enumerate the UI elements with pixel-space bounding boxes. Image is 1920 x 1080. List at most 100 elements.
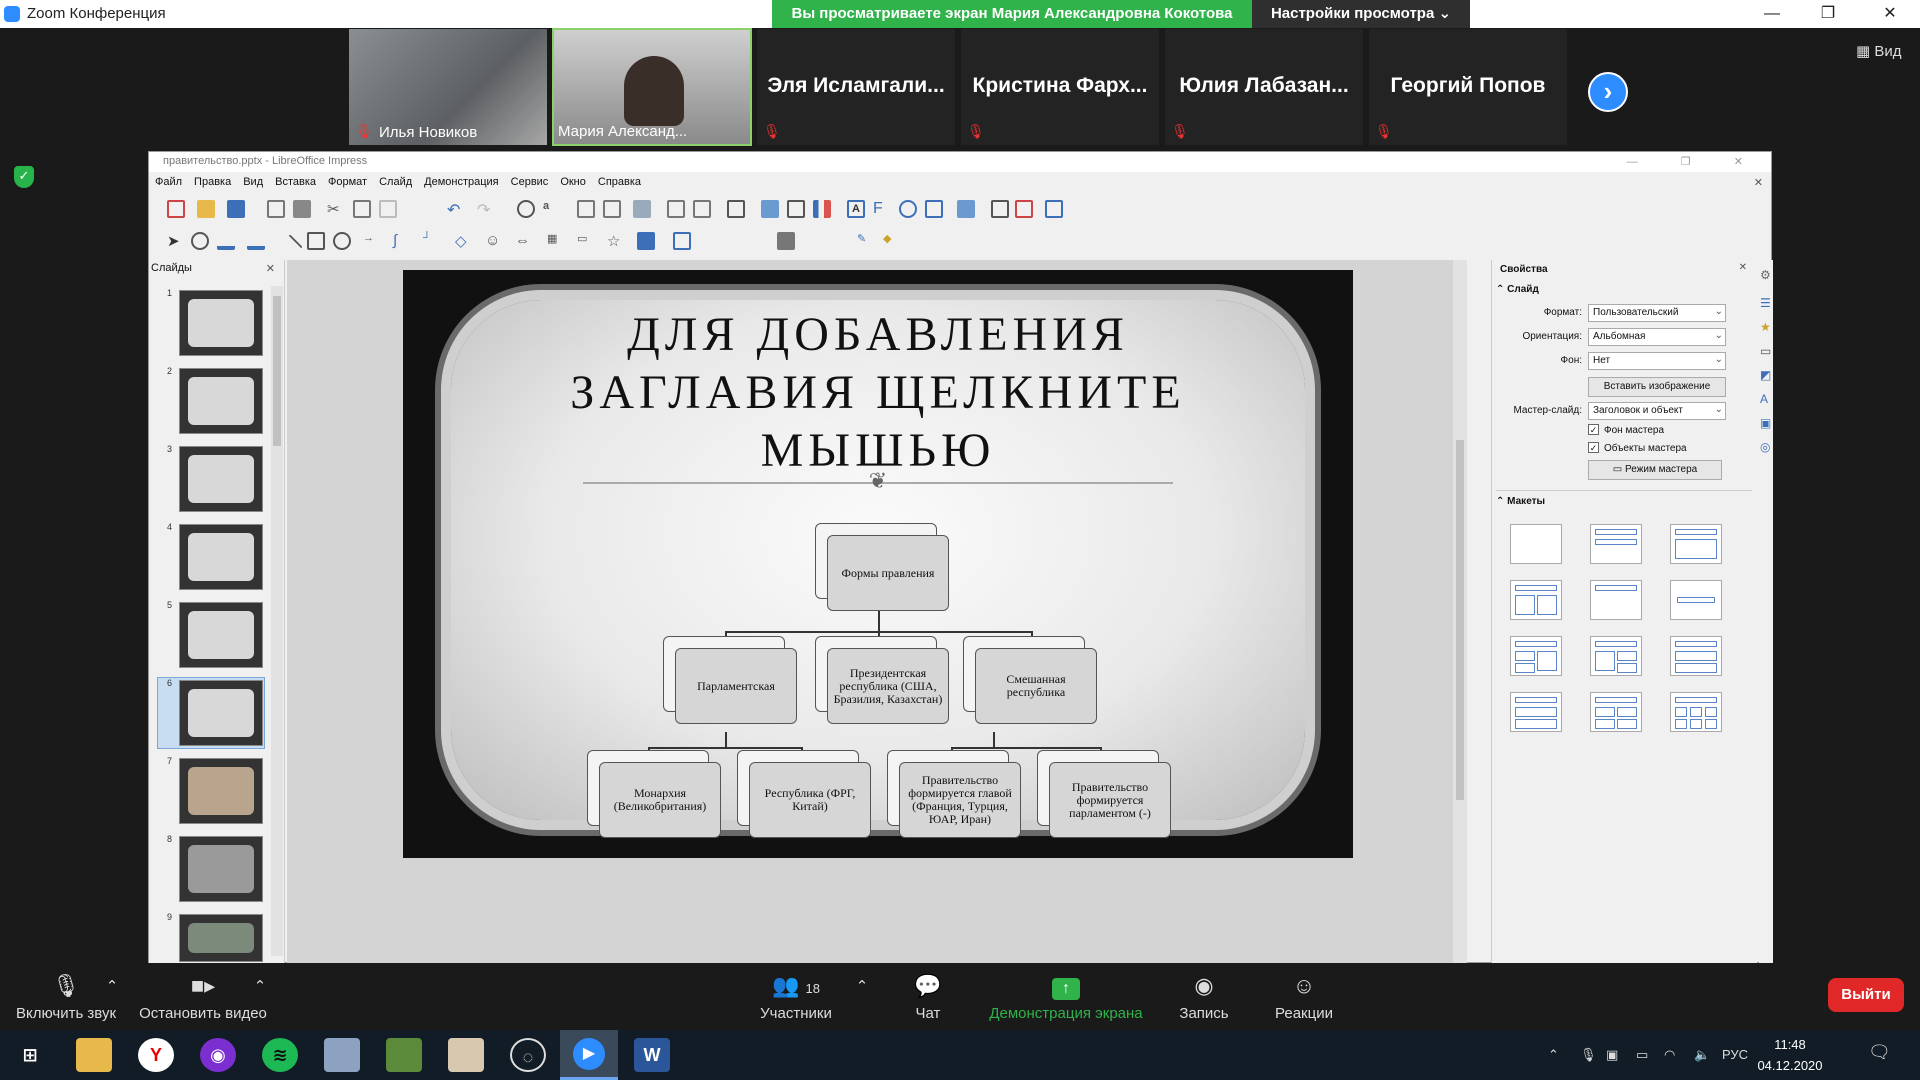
master-slide-icon[interactable] (633, 200, 651, 218)
participants-caret-icon[interactable]: ⌃ (854, 977, 870, 997)
start-from-first-icon[interactable] (667, 200, 685, 218)
styles-deck-icon[interactable]: A (1760, 392, 1768, 406)
participant-tile[interactable]: Юлия Лабазан... 🎙 (1164, 28, 1364, 146)
section-layouts-header[interactable]: ⌃ Макеты (1496, 496, 1545, 507)
settings-gear-icon[interactable]: ⚙ (1760, 268, 1771, 282)
master-slides-deck-icon[interactable]: ▭ (1760, 344, 1771, 358)
diagram-box-root[interactable]: Формы правления (827, 535, 949, 611)
cut-icon[interactable]: ✂ (327, 200, 345, 218)
delete-slide-icon[interactable] (1015, 200, 1033, 218)
slide-thumbnail-7[interactable] (179, 758, 263, 824)
rectangle-tool-icon[interactable] (307, 232, 325, 250)
video-options-caret-icon[interactable]: ⌃ (252, 977, 268, 997)
master-slide-select[interactable]: Заголовок и объект ⌄ (1588, 402, 1726, 420)
chart-icon[interactable] (813, 200, 831, 218)
master-mode-button[interactable]: ▭ Режим мастера (1588, 460, 1722, 480)
app-icon-anime[interactable] (448, 1038, 484, 1072)
slide-thumbnail-5[interactable] (179, 602, 263, 668)
maximize-icon[interactable]: ❐ (1800, 0, 1856, 28)
master-objects-checkbox[interactable]: ✓ (1588, 442, 1599, 453)
line-tool-icon[interactable] (277, 234, 303, 260)
zoom-icon[interactable] (191, 232, 209, 250)
battery-icon[interactable]: ▭ (1636, 1047, 1648, 1063)
app-icon-photos[interactable] (386, 1038, 422, 1072)
word-icon[interactable]: W (634, 1038, 670, 1072)
properties-deck-icon[interactable]: ☰ (1760, 296, 1771, 310)
chat-button[interactable]: 💬 Чат (898, 963, 958, 1030)
3d-objects-icon[interactable] (637, 232, 655, 250)
transition-deck-icon[interactable]: ◩ (1760, 368, 1771, 382)
glue-points-icon[interactable]: ◆ (883, 232, 901, 250)
navigator-deck-icon[interactable]: ◎ (1760, 440, 1770, 454)
connector-icon[interactable]: ┘ (423, 232, 441, 250)
image-icon[interactable] (761, 200, 779, 218)
app-icon-portrait[interactable] (324, 1038, 360, 1072)
view-settings-button[interactable]: Настройки просмотра ⌄ (1252, 0, 1470, 28)
gallery-deck-icon[interactable]: ▣ (1760, 416, 1771, 430)
insert-image-2-icon[interactable] (957, 200, 975, 218)
menu-tools[interactable]: Сервис (511, 174, 549, 188)
symbol-shapes-icon[interactable]: ☺ (485, 232, 503, 250)
orientation-select[interactable]: Альбомная ⌄ (1588, 328, 1726, 346)
meet-now-tray-icon[interactable]: ▣ (1606, 1047, 1618, 1063)
zoom-taskbar-icon[interactable]: ▶ (560, 1030, 618, 1080)
leave-meeting-button[interactable]: Выйти (1828, 978, 1904, 1012)
open-icon[interactable] (197, 200, 215, 218)
lo-window-controls[interactable]: — ❐ ✕ (1627, 155, 1763, 168)
menu-view[interactable]: Вид (243, 174, 263, 188)
record-button[interactable]: ◉ Запись (1168, 963, 1240, 1030)
spelling-icon[interactable]: a (543, 200, 561, 218)
participant-tile-active-speaker[interactable]: Мария Александ... (552, 28, 752, 146)
participant-tile[interactable]: 🎙 Илья Новиков (348, 28, 548, 146)
points-icon[interactable]: ✎ (857, 232, 875, 250)
diagram-box-presidential[interactable]: Президентская республика (США, Бразилия,… (827, 648, 949, 724)
menu-format[interactable]: Формат (328, 174, 367, 188)
layout-title-only[interactable] (1670, 524, 1722, 564)
find-replace-icon[interactable] (517, 200, 535, 218)
duplicate-slide-icon[interactable] (991, 200, 1009, 218)
media-icon[interactable] (787, 200, 805, 218)
curve-icon[interactable]: ∫ (393, 232, 411, 250)
participant-tile[interactable]: Кристина Фарх... 🎙 (960, 28, 1160, 146)
new-icon[interactable] (167, 200, 185, 218)
participants-button[interactable]: 👥 18 Участники (750, 963, 842, 1030)
section-slide-header[interactable]: ⌃ Слайд (1496, 284, 1539, 295)
table-icon[interactable] (727, 200, 745, 218)
export-pdf-icon[interactable] (267, 200, 285, 218)
participant-tile[interactable]: Эля Исламгали... 🎙 (756, 28, 956, 146)
close-panel-icon[interactable]: ✕ (266, 262, 275, 275)
fontwork-icon[interactable]: F (873, 200, 891, 218)
close-sidebar-icon[interactable]: ✕ (1739, 262, 1747, 273)
redo-icon[interactable]: ↷ (477, 200, 495, 219)
menu-slide[interactable]: Слайд (379, 174, 412, 188)
undo-icon[interactable]: ↶ (447, 200, 465, 219)
menu-window[interactable]: Окно (560, 174, 586, 188)
close-document-icon[interactable]: ✕ (1754, 176, 1763, 189)
menu-help[interactable]: Справка (598, 174, 641, 188)
block-arrows-icon[interactable]: ⇔ (515, 232, 533, 250)
start-from-current-icon[interactable] (693, 200, 711, 218)
save-icon[interactable] (227, 200, 245, 218)
media-player-icon[interactable]: ◉ (200, 1038, 236, 1072)
language-indicator[interactable]: РУС (1722, 1047, 1748, 1062)
arrow-line-icon[interactable]: → (363, 232, 381, 250)
display-views-icon[interactable] (603, 200, 621, 218)
master-background-checkbox[interactable]: ✓ (1588, 424, 1599, 435)
diagram-box-republic[interactable]: Республика (ФРГ, Китай) (749, 762, 871, 838)
layout-title-only-2[interactable] (1590, 580, 1642, 620)
layout-blank[interactable] (1510, 524, 1562, 564)
ellipse-tool-icon[interactable] (333, 232, 351, 250)
menu-insert[interactable]: Вставка (275, 174, 316, 188)
participant-tile[interactable]: Георгий Попов 🎙 (1368, 28, 1568, 146)
insert-image-button[interactable]: Вставить изображение (1588, 377, 1726, 397)
print-icon[interactable] (293, 200, 311, 218)
slide-layout-icon[interactable] (1045, 200, 1063, 218)
fill-color-icon[interactable] (247, 232, 265, 250)
microphone-tray-icon[interactable]: 🎙 (1580, 1047, 1597, 1063)
close-icon[interactable]: ✕ (1862, 0, 1918, 28)
slide-thumbnail-3[interactable] (179, 446, 263, 512)
yandex-browser-icon[interactable]: Y (138, 1038, 174, 1072)
line-color-icon[interactable] (217, 232, 235, 250)
diagram-box-gov-by-parliament[interactable]: Правительство формируется парламентом (-… (1049, 762, 1171, 838)
copy-icon[interactable] (353, 200, 371, 218)
